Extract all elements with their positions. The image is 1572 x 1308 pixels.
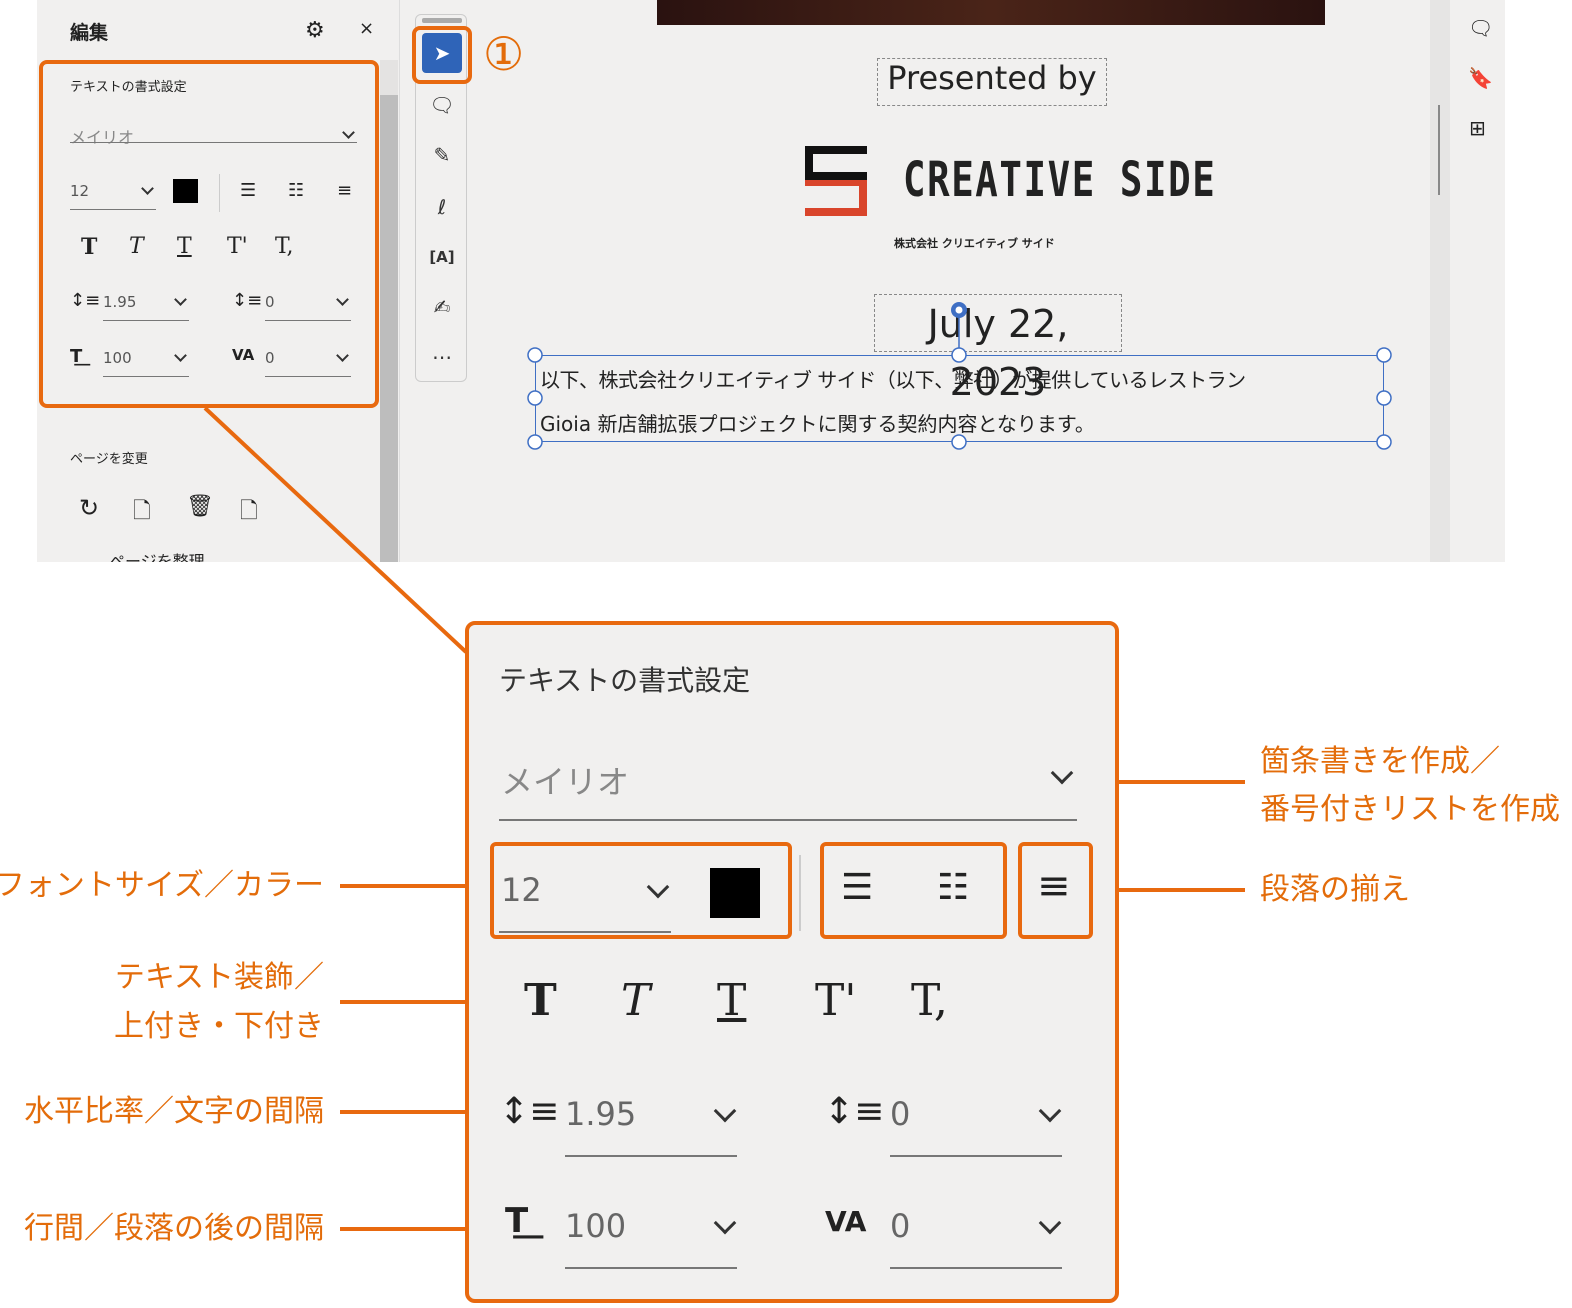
callout-line-para: 行間／段落の後の間隔 — [24, 1211, 324, 1246]
zoom-line-spacing[interactable]: 1.95 — [565, 1095, 636, 1133]
zoom-para-spacing-icon: ↕≡ — [824, 1091, 885, 1132]
zoom-font-dropdown[interactable]: メイリオ — [501, 757, 629, 803]
callout-align: 段落の揃え — [1260, 872, 1410, 907]
size-color-highlight — [490, 842, 792, 939]
zoom-subscript[interactable]: T, — [911, 975, 948, 1026]
callout-list-1: 箇条書きを作成／ — [1260, 744, 1500, 779]
zoom-hscale-icon: T͟ — [505, 1201, 529, 1241]
callout-hscale-spacing: 水平比率／文字の間隔 — [24, 1094, 324, 1129]
zoomed-format-panel: テキストの書式設定 メイリオ 12 ☰ ☷ ≡ T T T T' T, ↕≡ 1… — [465, 621, 1119, 1303]
zoom-italic[interactable]: T — [621, 975, 650, 1026]
zoom-line-spacing-icon: ↕≡ — [499, 1091, 560, 1132]
callout-decoration-1: テキスト装飾／ — [114, 960, 324, 995]
callout-font-size-color: フォントサイズ／カラー — [0, 868, 324, 903]
zoom-char-spacing[interactable]: 0 — [890, 1207, 910, 1245]
zoom-superscript[interactable]: T' — [815, 975, 856, 1026]
zoom-hscale[interactable]: 100 — [565, 1207, 626, 1245]
zoom-bold[interactable]: T — [524, 975, 557, 1026]
callout-list-2: 番号付きリストを作成 — [1260, 792, 1560, 827]
zoom-underline[interactable]: T — [717, 975, 746, 1026]
align-highlight — [1018, 842, 1093, 939]
list-highlight — [820, 842, 1007, 939]
zoom-section-title: テキストの書式設定 — [499, 664, 751, 697]
zoom-para-spacing[interactable]: 0 — [890, 1095, 910, 1133]
callout-decoration-2: 上付き・下付き — [114, 1009, 324, 1044]
zoom-char-spacing-icon: VA — [825, 1205, 867, 1238]
